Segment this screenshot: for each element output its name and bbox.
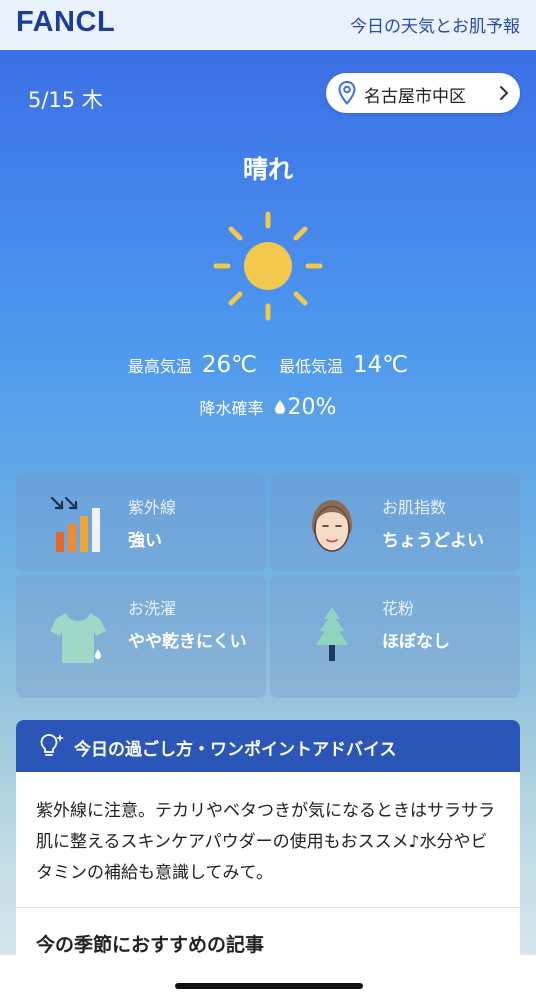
pollen-card[interactable]: 花粉 ほぼなし <box>270 575 520 698</box>
advice-header: 今日の過ごし方・ワンポイントアドバイス <box>16 720 520 772</box>
sun-icon <box>213 211 323 321</box>
location-label: 名古屋市中区 <box>364 87 466 107</box>
laundry-card[interactable]: お洗濯 やや乾きにくい <box>16 575 266 698</box>
uv-value: 強い <box>128 531 162 551</box>
home-indicator-bar <box>0 955 536 1000</box>
chevron-right-icon <box>500 86 508 100</box>
low-temp-value: 14℃ <box>353 352 409 378</box>
weather-condition: 晴れ <box>242 155 293 184</box>
face-icon <box>312 500 352 552</box>
laundry-title: お洗濯 <box>128 599 177 618</box>
raindrop-icon <box>274 400 285 414</box>
page-title: 今日の天気とお肌予報 <box>350 17 520 37</box>
high-temp-value: 26℃ <box>201 352 257 378</box>
fancl-logo[interactable]: FANCL <box>16 6 115 39</box>
rain-row: 降水確率 20% <box>0 395 536 420</box>
app-header: FANCL 今日の天気とお肌予報 <box>0 0 536 50</box>
advice-text: 紫外線に注意。テカリやベタつきが気になるときはサラサラ肌に整えるスキンケアパウダ… <box>36 801 495 883</box>
uv-title: 紫外線 <box>128 498 177 517</box>
uv-bar-icon <box>50 496 100 552</box>
skin-index-card[interactable]: お肌指数 ちょうどよい <box>270 474 520 571</box>
pollen-title: 花粉 <box>382 599 415 618</box>
high-temp-label: 最高気温 <box>127 357 192 376</box>
tshirt-icon <box>50 613 106 663</box>
advice-title: 今日の過ごし方・ワンポイントアドバイス <box>74 740 397 760</box>
skin-index-title: お肌指数 <box>382 498 447 517</box>
skin-index-value: ちょうどよい <box>382 531 484 551</box>
recommended-articles-title: 今の季節におすすめの記事 <box>36 934 265 956</box>
date-label: 5/15 木 <box>28 88 103 112</box>
location-pin-icon <box>338 81 356 105</box>
rain-value: 20% <box>287 395 337 420</box>
lightbulb-icon <box>40 734 64 756</box>
home-indicator[interactable] <box>175 983 363 989</box>
uv-card[interactable]: 紫外線 強い <box>16 474 266 571</box>
low-temp-label: 最低気温 <box>279 357 344 376</box>
location-button[interactable]: 名古屋市中区 <box>326 73 520 113</box>
laundry-value: やや乾きにくい <box>128 632 247 652</box>
tree-icon <box>316 607 348 661</box>
rain-label: 降水確率 <box>199 399 264 418</box>
temperature-row: 最高気温 26℃ 最低気温 14℃ <box>0 352 536 378</box>
pollen-value: ほぼなし <box>382 632 450 652</box>
